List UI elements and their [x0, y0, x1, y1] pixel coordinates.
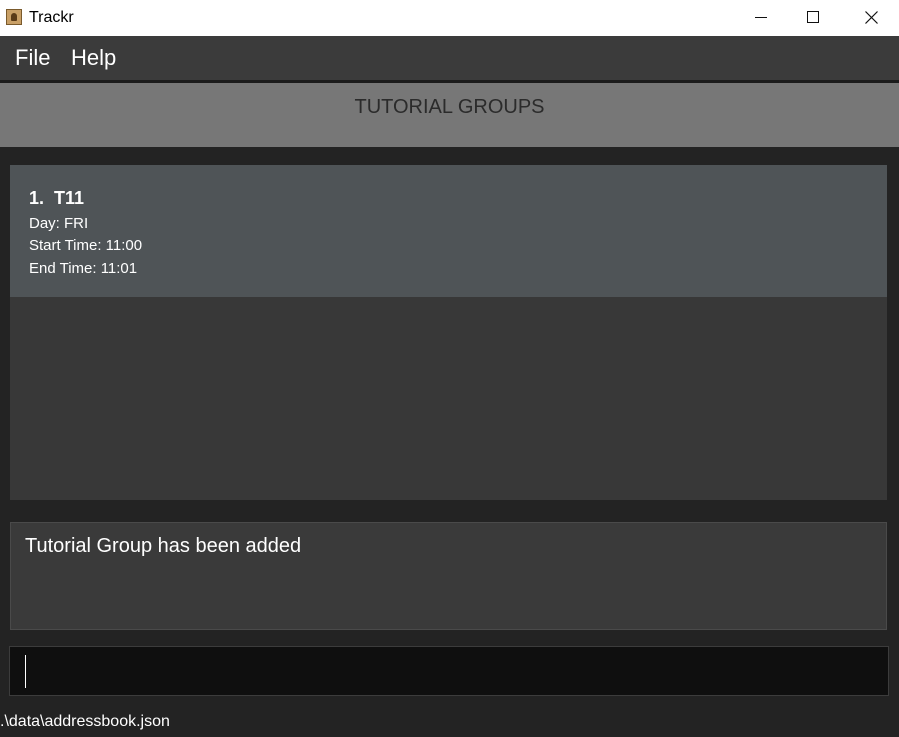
tutorial-group-list[interactable]: 1. T11 Day: FRI Start Time: 11:00 End Ti…	[10, 165, 887, 500]
maximize-icon[interactable]	[790, 0, 836, 36]
close-icon[interactable]	[848, 0, 894, 36]
title-bar: Trackr	[0, 0, 899, 36]
menu-bar: File Help	[0, 36, 899, 80]
card-day: Day: FRI	[29, 215, 89, 232]
trackr-app-icon	[6, 9, 22, 25]
menu-help[interactable]: Help	[71, 46, 116, 70]
card-start-time: Start Time: 11:00	[29, 237, 143, 254]
card-end-time: End Time: 11:01	[29, 260, 138, 277]
card-group-name: T11	[54, 188, 85, 208]
minimize-icon[interactable]	[738, 0, 784, 36]
status-file-path: .\data\addressbook.json	[0, 713, 170, 730]
tutorial-group-card[interactable]: 1. T11 Day: FRI Start Time: 11:00 End Ti…	[10, 165, 887, 297]
result-display[interactable]: Tutorial Group has been added	[10, 522, 887, 630]
result-message: Tutorial Group has been added	[25, 535, 302, 557]
menu-file[interactable]: File	[15, 46, 50, 70]
text-caret	[25, 655, 26, 688]
card-index: 1.	[29, 188, 45, 208]
command-input[interactable]	[9, 646, 889, 696]
window-title: Trackr	[29, 9, 74, 26]
section-title: TUTORIAL GROUPS	[354, 96, 545, 118]
section-header: TUTORIAL GROUPS	[0, 83, 899, 147]
